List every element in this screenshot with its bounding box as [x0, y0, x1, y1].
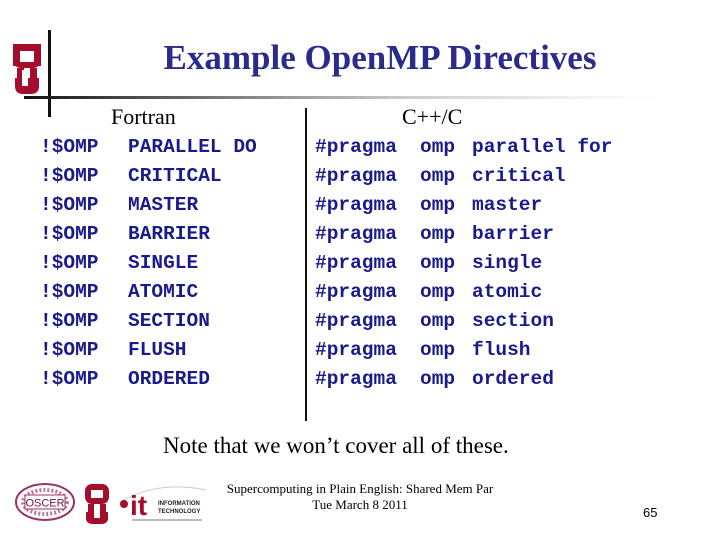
fortran-directive-list: !$OMP PARALLEL DO !$OMP CRITICAL !$OMP MAST…: [40, 133, 257, 394]
slide-note: Note that we won’t cover all of these.: [163, 433, 509, 458]
pragma-keyword: #pragma: [315, 368, 397, 390]
fortran-heading: Fortran: [111, 104, 176, 129]
omp-keyword: omp: [420, 194, 456, 216]
svg-text:TECHNOLOGY: TECHNOLOGY: [158, 509, 200, 515]
fortran-directive: !$OMP MASTER: [40, 191, 257, 220]
slide-title: Example OpenMP Directives: [163, 38, 597, 77]
fortran-directive: !$OMP BARRIER: [40, 220, 257, 249]
directive-prefix: !$OMP: [40, 194, 99, 216]
fortran-directive: !$OMP FLUSH: [40, 336, 257, 365]
directive-name: barrier: [472, 223, 554, 245]
directive-name: single: [472, 252, 543, 274]
omp-keyword: omp: [420, 339, 456, 361]
directive-name: critical: [472, 165, 566, 187]
svg-text:INFORMATION: INFORMATION: [158, 501, 200, 507]
directive-name: section: [472, 310, 554, 332]
directive-prefix: !$OMP: [40, 165, 99, 187]
directive-name: ordered: [472, 368, 554, 390]
omp-keyword: omp: [420, 252, 456, 274]
header-horizontal-rule: [24, 96, 664, 99]
svg-text:it: it: [130, 490, 147, 521]
fortran-directive: !$OMP CRITICAL: [40, 162, 257, 191]
cpp-directive: #pragma omp parallel for: [315, 133, 612, 162]
directive-name: FLUSH: [128, 339, 187, 361]
directive-prefix: !$OMP: [40, 223, 99, 245]
pragma-keyword: #pragma: [315, 223, 397, 245]
column-divider: [305, 108, 307, 421]
ou-small-logo-icon: [85, 484, 109, 524]
fortran-directive: !$OMP SINGLE: [40, 249, 257, 278]
omp-keyword: omp: [420, 223, 456, 245]
directive-prefix: !$OMP: [40, 368, 99, 390]
directive-name: ATOMIC: [128, 281, 199, 303]
directive-name: atomic: [472, 281, 543, 303]
cpp-directive: #pragma omp ordered: [315, 365, 612, 394]
fortran-directive: !$OMP PARALLEL DO: [40, 133, 257, 162]
header-vertical-rule: [48, 30, 51, 117]
footer-date: Tue March 8 2011: [312, 497, 408, 512]
cpp-directive: #pragma omp atomic: [315, 278, 612, 307]
directive-name: flush: [472, 339, 531, 361]
pragma-keyword: #pragma: [315, 339, 397, 361]
cpp-directive-list: #pragma omp parallel for #pragma omp critica…: [315, 133, 612, 394]
omp-keyword: omp: [420, 310, 456, 332]
cpp-heading: C++/C: [402, 104, 463, 129]
pragma-keyword: #pragma: [315, 194, 397, 216]
omp-keyword: omp: [420, 165, 456, 187]
directive-prefix: !$OMP: [40, 281, 99, 303]
footer-course-title: Supercomputing in Plain English: Shared …: [226, 481, 494, 496]
fortran-directive: !$OMP SECTION: [40, 307, 257, 336]
oscer-logo-icon: OSCER: [15, 483, 75, 521]
directive-prefix: !$OMP: [40, 339, 99, 361]
omp-keyword: omp: [420, 368, 456, 390]
omp-keyword: omp: [420, 136, 456, 158]
directive-prefix: !$OMP: [40, 136, 99, 158]
cpp-directive: #pragma omp master: [315, 191, 612, 220]
pragma-keyword: #pragma: [315, 310, 397, 332]
directive-name: PARALLEL DO: [128, 136, 257, 158]
cpp-directive: #pragma omp flush: [315, 336, 612, 365]
pragma-keyword: #pragma: [315, 136, 397, 158]
directive-prefix: !$OMP: [40, 310, 99, 332]
cpp-directive: #pragma omp barrier: [315, 220, 612, 249]
fortran-directive: !$OMP ORDERED: [40, 365, 257, 394]
pragma-keyword: #pragma: [315, 252, 397, 274]
pragma-keyword: #pragma: [315, 281, 397, 303]
omp-keyword: omp: [420, 281, 456, 303]
svg-text:OSCER: OSCER: [25, 498, 64, 510]
directive-prefix: !$OMP: [40, 252, 99, 274]
ou-logo-icon: [13, 44, 41, 94]
directive-name: master: [472, 194, 543, 216]
directive-name: SECTION: [128, 310, 210, 332]
it-logo-icon: it INFORMATION TECHNOLOGY: [119, 486, 207, 521]
cpp-directive: #pragma omp single: [315, 249, 612, 278]
directive-name: parallel for: [472, 136, 613, 158]
cpp-directive: #pragma omp critical: [315, 162, 612, 191]
directive-name: ORDERED: [128, 368, 210, 390]
directive-name: MASTER: [128, 194, 199, 216]
fortran-directive: !$OMP ATOMIC: [40, 278, 257, 307]
cpp-directive: #pragma omp section: [315, 307, 612, 336]
pragma-keyword: #pragma: [315, 165, 397, 187]
directive-name: CRITICAL: [128, 165, 222, 187]
directive-name: SINGLE: [128, 252, 199, 274]
page-number: 65: [643, 505, 658, 520]
footer-caption: Supercomputing in Plain English: Shared …: [210, 481, 510, 513]
directive-name: BARRIER: [128, 223, 210, 245]
